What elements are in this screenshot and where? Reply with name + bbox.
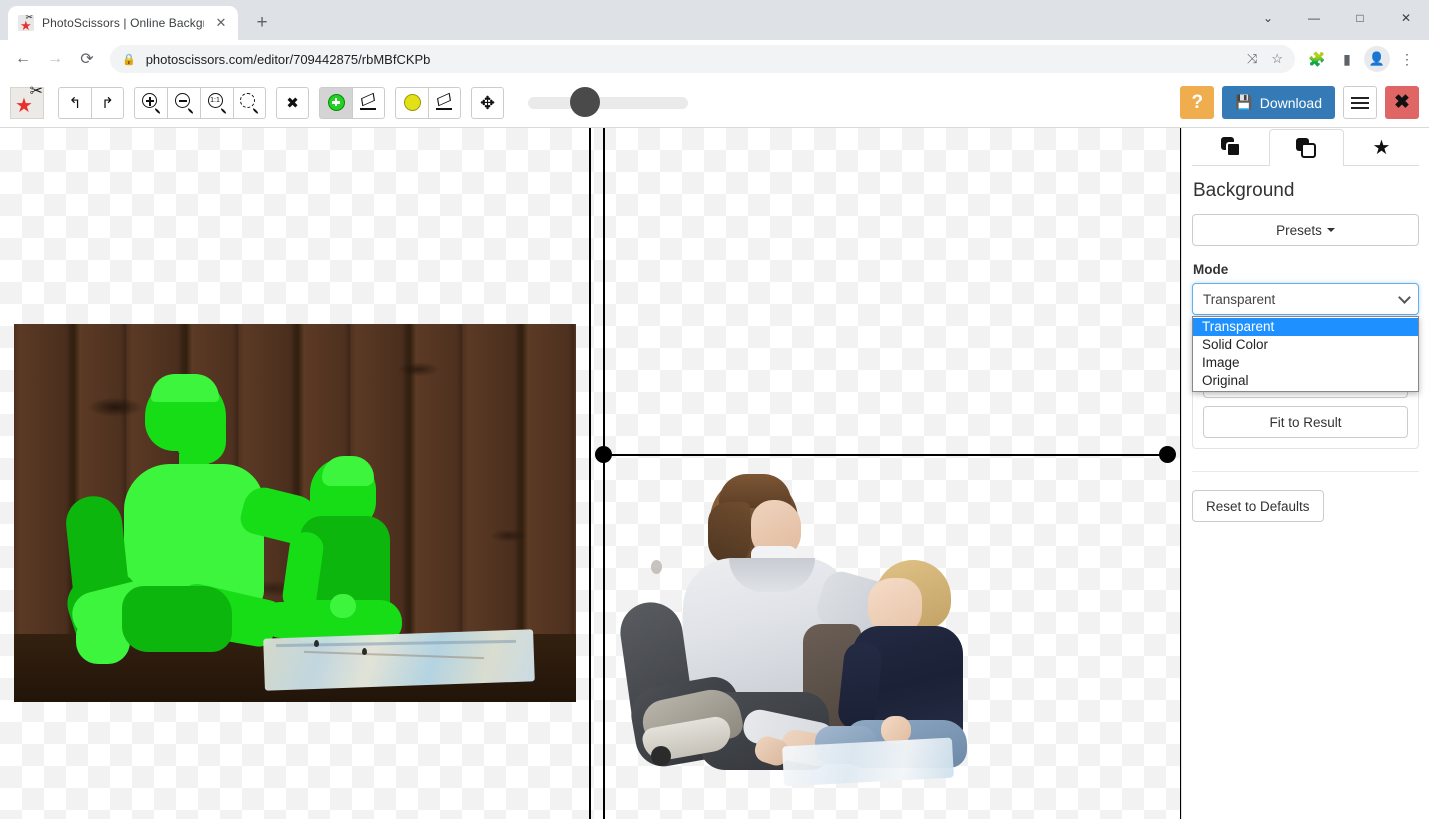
app-toolbar: ★ ✂ ↰ ↱ 1:1 ✖ — [0, 78, 1429, 128]
mode-dropdown-list[interactable]: Transparent Solid Color Image Original — [1192, 316, 1419, 392]
pan-button[interactable]: ✥ — [471, 87, 504, 119]
browser-tab[interactable]: ★ ✂ PhotoScissors | Online Backgrou ✕ — [8, 6, 238, 40]
mark-background-button[interactable] — [395, 87, 428, 119]
chevron-down-icon — [1327, 228, 1335, 232]
mode-option-original[interactable]: Original — [1193, 372, 1418, 390]
scissors-icon: ✂ — [25, 15, 33, 22]
star-icon: ★ — [1373, 135, 1391, 160]
result-image[interactable] — [603, 454, 1167, 819]
photoscissors-logo[interactable]: ★ ✂ — [10, 87, 44, 119]
map-on-floor — [263, 629, 535, 690]
fit-to-result-button[interactable]: Fit to Result — [1203, 406, 1408, 438]
browser-toolbar: ← → ⟳ 🔒 photoscissors.com/editor/7094428… — [0, 40, 1429, 78]
back-icon[interactable]: ← — [8, 44, 38, 74]
move-arrows-icon: ✥ — [480, 94, 495, 112]
bookmark-star-icon[interactable]: ☆ — [1271, 51, 1283, 67]
green-plus-icon — [328, 94, 345, 111]
download-label: Download — [1260, 95, 1322, 111]
mode-label: Mode — [1193, 262, 1419, 277]
page-title: Background — [1193, 180, 1419, 202]
selection-guide-left — [589, 128, 591, 819]
browser-menu-icon[interactable]: ⋮ — [1393, 45, 1421, 73]
eraser-icon — [359, 94, 378, 111]
zoom-actual-label: 1:1 — [208, 93, 223, 108]
clear-markers-button[interactable]: ✖ — [276, 87, 309, 119]
close-icon[interactable]: ✕ — [212, 14, 230, 32]
sidebar-tabs: ★ — [1192, 128, 1419, 166]
photoscissors-favicon: ★ ✂ — [18, 15, 34, 31]
foreground-tools-group — [319, 87, 385, 119]
eraser-icon — [435, 94, 454, 111]
tab-effects[interactable]: ★ — [1344, 129, 1419, 165]
clear-button-group: ✖ — [276, 87, 309, 119]
menu-bar-3 — [1351, 107, 1369, 109]
pan-tool-group: ✥ — [471, 87, 504, 119]
side-panel-icon[interactable]: ▮ — [1333, 45, 1361, 73]
app-close-button[interactable]: ✖ — [1385, 86, 1419, 119]
zoom-fit-button[interactable] — [233, 87, 266, 119]
toolbar-right-actions: ? 💾 Download ✖ — [1180, 86, 1419, 119]
browser-chrome: ★ ✂ PhotoScissors | Online Backgrou ✕ + … — [0, 0, 1429, 78]
erase-foreground-button[interactable] — [352, 87, 385, 119]
brush-size-slider[interactable] — [528, 97, 688, 109]
yellow-dot-icon — [404, 94, 421, 111]
zoom-actual-size-button[interactable]: 1:1 — [200, 87, 233, 119]
stray-artifact — [651, 560, 662, 574]
url-text: photoscissors.com/editor/709442875/rbMBf… — [146, 52, 431, 67]
layers-outline-icon — [1296, 138, 1317, 159]
menu-bar-1 — [1351, 97, 1369, 99]
window-close-icon[interactable]: ✕ — [1383, 0, 1429, 36]
erase-background-button[interactable] — [428, 87, 461, 119]
window-controls: ⌄ — □ ✕ — [1245, 0, 1429, 36]
canvas-area[interactable] — [0, 128, 1181, 819]
history-button-group: ↰ ↱ — [58, 87, 124, 119]
extensions-puzzle-icon[interactable]: 🧩 — [1303, 45, 1331, 73]
reload-icon[interactable]: ⟳ — [72, 44, 102, 74]
map-remnant — [782, 738, 954, 787]
mode-option-image[interactable]: Image — [1193, 354, 1418, 372]
divider — [1192, 471, 1419, 472]
source-image[interactable] — [14, 324, 576, 702]
tab-foreground[interactable] — [1194, 129, 1269, 165]
tab-search-icon[interactable]: ⌄ — [1245, 0, 1291, 36]
share-icon[interactable]: ⤨ — [1247, 51, 1257, 67]
help-button[interactable]: ? — [1180, 86, 1214, 119]
mark-foreground-button[interactable] — [319, 87, 352, 119]
tab-background[interactable] — [1269, 129, 1344, 166]
mode-option-transparent[interactable]: Transparent — [1193, 318, 1418, 336]
maximize-icon[interactable]: □ — [1337, 0, 1383, 36]
minimize-icon[interactable]: — — [1291, 0, 1337, 36]
woman-hair-side — [708, 502, 750, 564]
presets-button[interactable]: Presets — [1192, 214, 1419, 246]
new-tab-button[interactable]: + — [248, 9, 276, 37]
layers-filled-icon — [1221, 137, 1242, 158]
redo-button[interactable]: ↱ — [91, 87, 124, 119]
reset-to-defaults-button[interactable]: Reset to Defaults — [1192, 490, 1324, 522]
lock-icon: 🔒 — [122, 53, 136, 66]
forward-icon[interactable]: → — [40, 44, 70, 74]
logo-scissors-icon: ✂ — [30, 84, 43, 100]
zoom-button-group: 1:1 — [134, 87, 266, 119]
save-disk-icon: 💾 — [1235, 94, 1252, 111]
chevron-down-icon — [1398, 291, 1411, 304]
zoom-out-button[interactable] — [167, 87, 200, 119]
zoom-in-button[interactable] — [134, 87, 167, 119]
mode-select[interactable]: Transparent — [1192, 283, 1419, 315]
address-bar[interactable]: 🔒 photoscissors.com/editor/709442875/rbM… — [110, 45, 1295, 73]
mode-option-solid-color[interactable]: Solid Color — [1193, 336, 1418, 354]
workspace: ★ Background Presets Mode Transparent Tr… — [0, 128, 1429, 819]
menu-bar-2 — [1351, 102, 1369, 104]
tab-strip: ★ ✂ PhotoScissors | Online Backgrou ✕ + — [0, 0, 1429, 40]
app-menu-button[interactable] — [1343, 86, 1377, 119]
presets-label: Presets — [1276, 223, 1322, 238]
undo-button[interactable]: ↰ — [58, 87, 91, 119]
slider-thumb[interactable] — [570, 87, 600, 117]
mode-selected-value: Transparent — [1203, 292, 1275, 307]
download-button[interactable]: 💾 Download — [1222, 86, 1335, 119]
shoe-logo — [651, 746, 671, 766]
tab-title: PhotoScissors | Online Backgrou — [42, 16, 204, 30]
background-tools-group — [395, 87, 461, 119]
right-sidebar: ★ Background Presets Mode Transparent Tr… — [1181, 128, 1429, 819]
avatar[interactable]: 👤 — [1363, 45, 1391, 73]
